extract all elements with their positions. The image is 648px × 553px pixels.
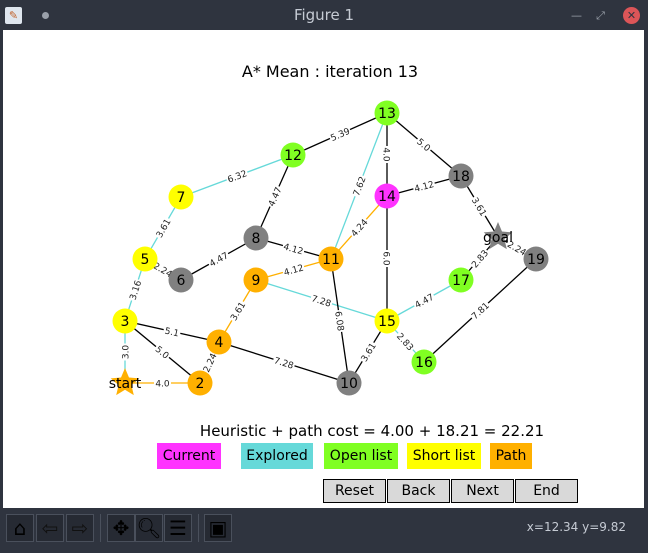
edge-weight-label: 3.16	[129, 279, 145, 301]
next-button[interactable]: Next	[451, 479, 514, 503]
edge-weight-label: 4.12	[283, 263, 305, 278]
node-label: 12	[284, 148, 302, 164]
title-bar: ✎ Figure 1 — ⤢ ✕	[0, 0, 648, 30]
edge-weight-label: 7.28	[310, 294, 332, 310]
edge-weight-label: 3.0	[122, 345, 132, 360]
node-label: 6	[177, 273, 186, 289]
node-label: 10	[340, 376, 358, 392]
configure-subplots-icon[interactable]: ☰	[164, 514, 192, 542]
edge-weight-label: 4.0	[381, 147, 391, 162]
edge-weight-label: 4.12	[413, 180, 435, 195]
cursor-coordinates: x=12.34 y=9.82	[526, 520, 626, 534]
navigation-toolbar: ⌂ ⇦ ⇨ ✥ 🔍︎ ☰ ▣ x=12.34 y=9.82	[0, 508, 648, 553]
home-icon[interactable]: ⌂	[6, 514, 34, 542]
back-button[interactable]: Back	[387, 479, 450, 503]
end-button[interactable]: End	[515, 479, 578, 503]
figure-canvas[interactable]: A* Mean : iteration 13 4.0 3.0 3.16 3.61 2.2…	[3, 30, 644, 508]
node-label: 11	[322, 252, 340, 268]
forward-arrow-icon[interactable]: ⇨	[66, 514, 94, 542]
cost-summary: Heuristic + path cost = 4.00 + 18.21 = 2…	[200, 422, 544, 440]
edge-weight-label: 4.47	[414, 293, 436, 311]
edge-weight-label: 5.39	[329, 127, 352, 144]
reset-button[interactable]: Reset	[323, 479, 386, 503]
node-label: start	[109, 376, 142, 392]
graph-plot: A* Mean : iteration 13 4.03.03.163.612.2…	[109, 62, 549, 440]
legend-short-list: Short list	[407, 443, 481, 469]
edge-weight-label: 2.24	[202, 352, 220, 375]
edge-weight-label: 6.0	[381, 251, 391, 266]
close-icon[interactable]: ✕	[623, 7, 640, 24]
legend-path: Path	[490, 443, 532, 469]
legend-current: Current	[157, 443, 221, 469]
minimize-icon[interactable]: —	[568, 7, 585, 24]
edge-weight-label: 4.47	[267, 186, 284, 208]
node-label: 14	[378, 189, 396, 205]
node-label: 8	[252, 231, 261, 247]
edge-weight-label: 4.0	[155, 380, 170, 390]
node-label: 16	[415, 355, 433, 371]
edge-weight-label: 4.47	[208, 251, 230, 270]
window-title: Figure 1	[293, 6, 355, 24]
zoom-icon[interactable]: 🔍︎	[135, 514, 163, 542]
legend-open-list: Open list	[324, 443, 398, 469]
node-label: 18	[452, 169, 470, 185]
node-label: 3	[121, 314, 130, 330]
pan-icon[interactable]: ✥	[107, 514, 135, 542]
edge-weight-label: 7.28	[272, 356, 294, 372]
edge-weight-label: 4.12	[282, 242, 304, 257]
save-icon[interactable]: ▣	[204, 514, 232, 542]
edge-weight-label: 6.32	[226, 169, 248, 185]
node-label: goal	[483, 230, 513, 246]
node-label: 17	[452, 273, 470, 289]
edge-weight-label: 5.1	[164, 327, 180, 340]
edge-weight-label: 6.08	[332, 311, 345, 333]
legend-explored: Explored	[241, 443, 313, 469]
node-label: 15	[378, 314, 396, 330]
node-label: 7	[177, 190, 186, 206]
node-label: 4	[215, 335, 224, 351]
node-label: 2	[196, 376, 205, 392]
node-label: 13	[378, 106, 396, 122]
edge-weight-label: 7.62	[352, 175, 369, 197]
back-arrow-icon[interactable]: ⇦	[36, 514, 64, 542]
node-label: 9	[252, 273, 261, 289]
maximize-icon[interactable]: ⤢	[592, 7, 609, 24]
node-label: 5	[141, 252, 150, 268]
node-label: 19	[527, 252, 545, 268]
plot-title: A* Mean : iteration 13	[242, 62, 418, 81]
